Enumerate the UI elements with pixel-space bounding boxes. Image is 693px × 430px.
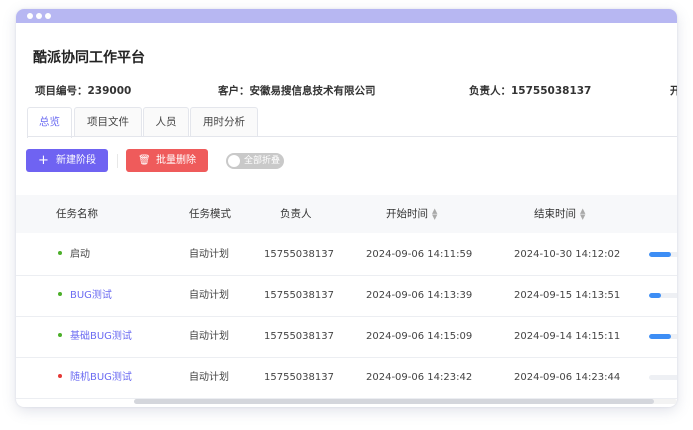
sort-icon[interactable]: ▲ ▼ <box>580 208 585 221</box>
toolbar-divider <box>117 154 118 168</box>
toggle-knob <box>228 155 240 167</box>
task-mode: 自动计划 <box>189 290 229 301</box>
task-name-text: BUG测试 <box>70 290 112 301</box>
tab-project-files[interactable]: 项目文件 <box>74 107 142 137</box>
task-mode: 自动计划 <box>189 331 229 342</box>
sort-icon[interactable]: ▲ ▼ <box>432 208 437 221</box>
table-row[interactable]: 启动 自动计划 15755038137 2024-09-06 14:11:59 2024… <box>16 234 677 276</box>
task-end-time: 2024-09-14 14:15:11 <box>514 331 621 342</box>
window-titlebar <box>16 9 677 23</box>
status-dot-icon <box>58 292 62 296</box>
collapse-all-toggle[interactable]: 全部折叠 <box>226 153 284 169</box>
progress-bar <box>649 293 677 298</box>
new-stage-button[interactable]: + 新建阶段 <box>26 149 108 172</box>
status-dot-icon <box>58 374 62 378</box>
task-owner: 15755038137 <box>264 331 334 342</box>
batch-delete-label: 批量删除 <box>156 155 196 166</box>
col-start-time[interactable]: 开始时间 ▲ ▼ <box>386 195 437 233</box>
progress-bar <box>649 252 677 257</box>
page-title: 酷派协同工作平台 <box>33 50 145 66</box>
window-dot-icon <box>36 13 42 19</box>
task-start-time: 2024-09-06 14:11:59 <box>366 249 473 260</box>
plus-icon: + <box>38 153 49 168</box>
project-meta-overflow: 开 <box>670 85 677 97</box>
project-owner: 负责人：15755038137 <box>469 85 592 97</box>
tab-members[interactable]: 人员 <box>143 107 189 137</box>
horizontal-scrollbar[interactable] <box>134 399 677 404</box>
task-name[interactable]: 随机BUG测试 <box>58 357 132 398</box>
table-row[interactable]: 随机BUG测试 自动计划 15755038137 2024-09-06 14:23:4… <box>16 357 677 399</box>
trash-icon: 🗑 <box>138 155 151 166</box>
window-dot-icon <box>27 13 33 19</box>
task-name-text: 基础BUG测试 <box>70 331 132 342</box>
progress-bar <box>649 334 677 339</box>
task-name[interactable]: 基础BUG测试 <box>58 316 132 357</box>
batch-delete-button[interactable]: 🗑 批量删除 <box>126 149 208 172</box>
task-owner: 15755038137 <box>264 249 334 260</box>
table-row[interactable]: 基础BUG测试 自动计划 15755038137 2024-09-06 14:15:0… <box>16 316 677 358</box>
progress-fill <box>649 252 671 257</box>
table-header: 任务名称 任务模式 负责人 开始时间 ▲ ▼ 结束时间 ▲ ▼ <box>16 195 677 233</box>
task-mode: 自动计划 <box>189 372 229 383</box>
col-task-mode: 任务模式 <box>189 208 231 220</box>
status-dot-icon <box>58 333 62 337</box>
task-start-time: 2024-09-06 14:15:09 <box>366 331 473 342</box>
col-owner: 负责人 <box>280 208 312 220</box>
col-start-time-label: 开始时间 <box>386 208 428 220</box>
scrollbar-thumb[interactable] <box>134 399 654 404</box>
project-number: 项目编号：239000 <box>35 85 132 97</box>
progress-fill <box>649 293 661 298</box>
col-end-time-label: 结束时间 <box>534 208 576 220</box>
table-row[interactable]: BUG测试 自动计划 15755038137 2024-09-06 14:13:39 2… <box>16 275 677 317</box>
task-end-time: 2024-09-06 14:23:44 <box>514 372 621 383</box>
task-owner: 15755038137 <box>264 290 334 301</box>
tab-overview[interactable]: 总览 <box>27 107 72 138</box>
col-task-name: 任务名称 <box>56 208 98 220</box>
window-dot-icon <box>45 13 51 19</box>
app-window: 酷派协同工作平台 项目编号：239000 客户：安徽易搜信息技术有限公司 负责人… <box>16 9 677 407</box>
col-end-time[interactable]: 结束时间 ▲ ▼ <box>534 195 585 233</box>
status-dot-icon <box>58 251 62 255</box>
task-end-time: 2024-10-30 14:12:02 <box>514 249 621 260</box>
new-stage-label: 新建阶段 <box>56 155 96 166</box>
project-client: 客户：安徽易搜信息技术有限公司 <box>218 85 376 97</box>
task-name[interactable]: BUG测试 <box>58 275 112 316</box>
tab-time-analysis[interactable]: 用时分析 <box>190 107 258 137</box>
tab-divider <box>27 136 677 137</box>
progress-bar <box>649 375 677 380</box>
task-start-time: 2024-09-06 14:23:42 <box>366 372 473 383</box>
task-mode: 自动计划 <box>189 249 229 260</box>
task-name: 启动 <box>58 234 90 275</box>
task-start-time: 2024-09-06 14:13:39 <box>366 290 473 301</box>
main-content: 酷派协同工作平台 项目编号：239000 客户：安徽易搜信息技术有限公司 负责人… <box>16 23 677 407</box>
task-name-text: 启动 <box>70 249 90 260</box>
progress-fill <box>649 334 671 339</box>
task-owner: 15755038137 <box>264 372 334 383</box>
task-name-text: 随机BUG测试 <box>70 372 132 383</box>
collapse-all-label: 全部折叠 <box>244 156 281 166</box>
task-end-time: 2024-09-15 14:13:51 <box>514 290 621 301</box>
